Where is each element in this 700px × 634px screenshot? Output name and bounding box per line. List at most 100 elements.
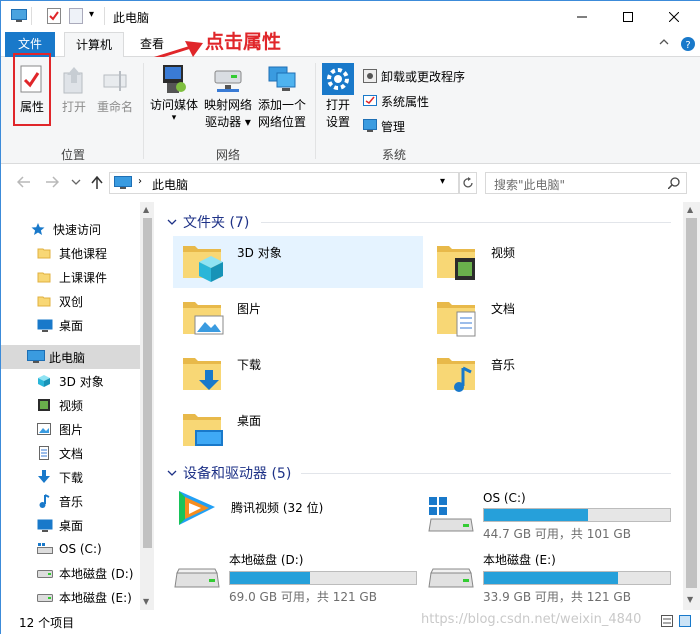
nav-item-pc[interactable]: 下载 — [1, 465, 141, 489]
group-label-network: 网络 — [215, 148, 240, 162]
maximize-button[interactable] — [605, 1, 651, 32]
nav-item-pinned[interactable]: 双创 — [1, 289, 141, 313]
search-icon[interactable] — [668, 177, 680, 189]
hard-drive-icon — [427, 557, 475, 597]
open-icon — [61, 65, 87, 95]
computer-icon[interactable] — [11, 9, 27, 23]
refresh-icon — [463, 177, 473, 188]
section-divider — [301, 473, 671, 474]
nav-item-pc[interactable]: 音乐 — [1, 489, 141, 513]
group-label-system: 系统 — [381, 148, 406, 162]
nav-item-label: 文档 — [59, 446, 84, 461]
new-folder-quick-icon[interactable] — [69, 8, 83, 24]
content-scrollbar[interactable]: ▲ ▼ — [683, 202, 700, 610]
collapse-ribbon-icon[interactable] — [659, 38, 669, 46]
settings-gear-icon — [322, 63, 354, 95]
nav-item-pinned[interactable]: 上课课件 — [1, 265, 141, 289]
folder-tile[interactable]: 视频 — [427, 236, 677, 288]
address-dropdown-icon[interactable]: ▾ — [440, 176, 445, 187]
search-input[interactable]: 搜索"此电脑" — [485, 172, 687, 194]
breadcrumb-separator-icon[interactable]: › — [138, 176, 142, 187]
settings-label-2: 设置 — [325, 115, 350, 129]
details-view-icon[interactable] — [661, 615, 673, 627]
add-location-label-1: 添加一个 — [257, 98, 306, 112]
drive-info: OS (C:) 44.7 GB 可用，共 101 GB — [483, 491, 671, 542]
folder-tile[interactable]: 下载 — [173, 348, 423, 400]
large-icons-view-icon[interactable] — [679, 615, 691, 627]
folder-tile[interactable]: 3D 对象 — [173, 236, 423, 288]
address-bar[interactable]: › 此电脑 ▾ — [109, 172, 459, 194]
download-folder-icon — [181, 352, 227, 396]
scroll-up-icon[interactable]: ▲ — [143, 205, 149, 214]
nav-item-pc[interactable]: OS (C:) — [1, 537, 141, 561]
drive-tile[interactable]: 本地磁盘 (D:) 69.0 GB 可用，共 121 GB — [173, 547, 423, 604]
nav-item-pc[interactable]: 3D 对象 — [1, 369, 141, 393]
tencent-video-tile[interactable]: 腾讯视频 (32 位) — [173, 487, 423, 539]
computer-icon — [114, 176, 132, 190]
folder-tile[interactable]: 音乐 — [427, 348, 677, 400]
winDrive-icon — [37, 543, 57, 555]
add-network-location-button[interactable]: 添加一个 网络位置 — [255, 63, 309, 131]
customize-toolbar-icon[interactable]: ▾ — [89, 9, 94, 20]
nav-item-pc[interactable]: 视频 — [1, 393, 141, 417]
scroll-thumb[interactable] — [686, 218, 697, 588]
address-path[interactable]: 此电脑 — [152, 176, 188, 193]
nav-item-label: 本地磁盘 (D:) — [59, 566, 134, 581]
tencent-video-icon — [173, 487, 221, 539]
chevron-down-icon — [167, 469, 177, 477]
drive-tile[interactable]: OS (C:) 44.7 GB 可用，共 101 GB — [427, 487, 677, 542]
folder-label: 桌面 — [237, 414, 262, 428]
nav-item-quick-access[interactable]: 快速访问 — [1, 217, 141, 241]
uninstall-label: 卸载或更改程序 — [381, 69, 466, 84]
folder-tile[interactable]: 图片 — [173, 292, 423, 344]
chevron-down-icon — [167, 218, 177, 226]
refresh-button[interactable] — [459, 172, 477, 194]
nav-item-pinned[interactable]: 桌面 — [1, 313, 141, 337]
back-arrow-icon[interactable] — [17, 176, 31, 188]
scroll-down-icon[interactable]: ▼ — [687, 595, 693, 604]
manage-button[interactable]: 管理 — [363, 115, 405, 137]
open-settings-button[interactable]: 打开 设置 — [319, 63, 357, 131]
scroll-down-icon[interactable]: ▼ — [143, 597, 149, 606]
properties-quick-icon[interactable] — [47, 8, 61, 24]
nav-item-pinned[interactable]: 其他课程 — [1, 241, 141, 265]
uninstall-program-button[interactable]: 卸载或更改程序 — [363, 65, 465, 87]
nav-item-pc[interactable]: 桌面 — [1, 513, 141, 537]
folder-icon — [37, 246, 57, 260]
uninstall-icon — [363, 69, 377, 83]
devices-section-header[interactable]: 设备和驱动器 (5) — [167, 463, 291, 483]
map-network-drive-button[interactable]: 映射网络 驱动器 ▾ — [201, 63, 255, 131]
close-button[interactable] — [651, 1, 697, 32]
nav-item-pc[interactable]: 本地磁盘 (E:) — [1, 585, 141, 609]
drive-free-space: 33.9 GB 可用，共 121 GB — [483, 590, 631, 604]
navigation-scrollbar[interactable]: ▲ ▼ — [140, 202, 154, 610]
rename-label: 重命名 — [96, 100, 133, 114]
recent-locations-icon[interactable] — [71, 178, 81, 186]
help-icon[interactable]: ? — [680, 36, 696, 52]
drive-tile[interactable]: 本地磁盘 (E:) 33.9 GB 可用，共 121 GB — [427, 547, 677, 604]
nav-item-pc[interactable]: 本地磁盘 (D:) — [1, 561, 141, 585]
download-icon — [37, 470, 57, 484]
open-button[interactable]: 打开 — [57, 65, 91, 116]
up-arrow-icon[interactable] — [91, 176, 103, 190]
rename-button[interactable]: 重命名 — [95, 65, 135, 116]
forward-arrow-icon[interactable] — [45, 176, 59, 188]
drive-free-space: 44.7 GB 可用，共 101 GB — [483, 527, 631, 541]
scroll-up-icon[interactable]: ▲ — [687, 205, 693, 214]
folders-section-header[interactable]: 文件夹 (7) — [167, 212, 249, 232]
nav-item-pc[interactable]: 图片 — [1, 417, 141, 441]
scroll-thumb[interactable] — [143, 218, 152, 548]
section-divider — [261, 222, 671, 223]
minimize-button[interactable] — [559, 1, 605, 32]
folder-tile[interactable]: 桌面 — [173, 404, 423, 456]
nav-item-label: 下载 — [59, 470, 84, 485]
access-media-button[interactable]: 访问媒体 ▾ — [147, 63, 201, 123]
system-properties-button[interactable]: 系统属性 — [363, 90, 429, 112]
system-properties-icon — [363, 94, 377, 108]
svg-text:?: ? — [685, 40, 690, 51]
tencent-video-label: 腾讯视频 (32 位) — [231, 501, 324, 515]
folder-tile[interactable]: 文档 — [427, 292, 677, 344]
nav-item-this-pc[interactable]: 此电脑 — [1, 345, 141, 369]
nav-item-pc[interactable]: 文档 — [1, 441, 141, 465]
manage-icon — [363, 119, 377, 133]
